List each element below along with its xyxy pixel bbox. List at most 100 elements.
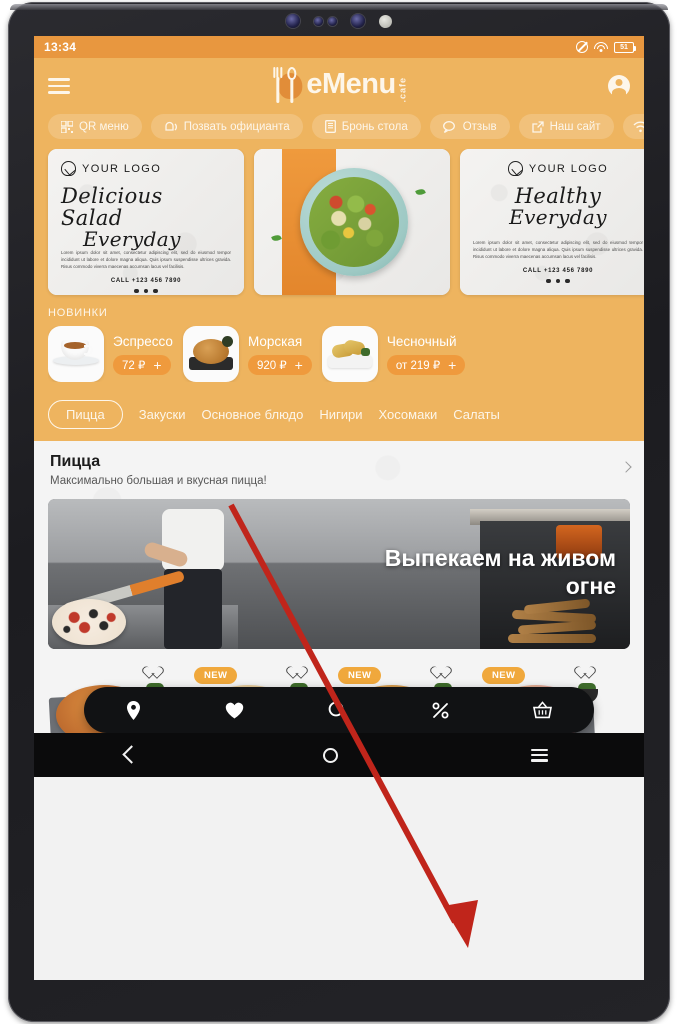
bell-call-icon [165, 121, 177, 131]
add-to-cart-icon[interactable]: + [295, 358, 303, 372]
quick-nav-wifi[interactable] [622, 114, 644, 139]
category-tab-pizza[interactable]: Пицца [48, 400, 123, 429]
external-link-icon [531, 120, 544, 133]
promo-carousel[interactable]: YOUR LOGO Delicious Salad Everyday Lorem… [34, 149, 644, 305]
promo-headline-line2: Everyday [83, 227, 181, 252]
status-bar: 13:34 51 [34, 36, 644, 58]
quick-nav-label: Позвать официанта [183, 120, 290, 133]
status-icons: 51 [576, 41, 636, 53]
account-icon[interactable] [608, 75, 630, 97]
app-header: eMenu .cafe [34, 58, 644, 110]
quick-nav-label: Наш сайт [549, 120, 601, 133]
favorite-icon[interactable] [289, 667, 304, 681]
novelties-section: НОВИНКИ Эспрессо 72 ₽ + Морская 920 ₽ + … [34, 305, 644, 394]
quick-nav-website[interactable]: Наш сайт [518, 114, 614, 139]
heart-icon[interactable] [225, 702, 244, 719]
add-to-cart-icon[interactable]: + [448, 358, 456, 372]
banner-text-line1: Выпекаем на живом [384, 545, 616, 571]
device-screen: 13:34 51 eMenu .cafe QR меню Позвать офи… [34, 36, 644, 980]
home-icon[interactable] [322, 747, 338, 763]
salad-plate-image [300, 168, 408, 276]
front-camera-row [0, 8, 678, 34]
badge-new: NEW [338, 667, 382, 684]
bottom-nav-bar[interactable] [84, 687, 594, 733]
banner-text-line2: огне [565, 572, 616, 599]
promo-headline: Delicious Salad Everyday [61, 185, 231, 250]
battery-icon: 51 [614, 41, 636, 53]
firewood-image [506, 598, 626, 645]
favorite-icon[interactable] [433, 667, 448, 681]
category-tab-nigiri[interactable]: Нигири [319, 407, 362, 422]
status-time: 13:34 [44, 40, 77, 54]
wifi-icon [633, 121, 644, 132]
promo-headline-line1: Delicious Salad [61, 184, 163, 231]
promo-banner[interactable]: Выпекаем на живом огне [48, 499, 630, 649]
seafood-dish-image [182, 326, 239, 382]
logo-suffix: .cafe [397, 77, 408, 103]
add-to-cart-icon[interactable]: + [153, 358, 161, 372]
novelty-name: Эспрессо [113, 333, 173, 349]
tablet-device: 13:34 51 eMenu .cafe QR меню Позвать офи… [0, 0, 678, 1024]
novelty-price: от 219 ₽ [395, 359, 441, 372]
quick-nav-qr-menu[interactable]: QR меню [48, 114, 142, 139]
search-icon[interactable] [328, 701, 348, 720]
category-tab-main-dish[interactable]: Основное блюдо [201, 407, 303, 422]
promo-headline: Healthy Everyday [509, 185, 607, 228]
quick-nav-bar[interactable]: QR меню Позвать официанта Бронь стола От… [34, 110, 644, 149]
category-tab-hosomaki[interactable]: Хосомаки [379, 407, 438, 422]
percent-discount-icon[interactable] [432, 702, 449, 719]
dnd-icon [576, 41, 588, 53]
camera-sensor-icon [286, 14, 300, 28]
promo-card[interactable]: YOUR LOGO Healthy Everyday Lorem ipsum d… [460, 149, 644, 295]
novelty-price-button[interactable]: 72 ₽ + [113, 354, 171, 375]
quick-nav-label: QR меню [79, 120, 129, 133]
android-nav-bar[interactable] [34, 733, 644, 777]
promo-card[interactable]: YOUR LOGO Delicious Salad Everyday Lorem… [48, 149, 244, 295]
promo-phone: CALL +123 456 7890 [522, 267, 594, 274]
favorite-icon[interactable] [577, 667, 592, 681]
sensor-pair [314, 16, 337, 26]
novelty-name: Чесночный [386, 333, 457, 349]
section-subtitle: Максимально большая и вкусная пицца! [50, 475, 267, 487]
hamburger-menu-icon[interactable] [48, 78, 70, 94]
banner-text: Выпекаем на живом огне [346, 545, 616, 600]
novelty-item[interactable]: Эспрессо 72 ₽ + [48, 326, 173, 382]
promo-logo-text: YOUR LOGO [528, 162, 609, 175]
quick-nav-label: Бронь стола [341, 120, 408, 133]
badge-new: NEW [194, 667, 238, 684]
pizza-image [52, 599, 126, 645]
badge-new: NEW [482, 667, 526, 684]
leaf-logo-icon [61, 161, 76, 176]
location-pin-icon[interactable] [126, 700, 141, 720]
logo-text: eMenu [306, 68, 396, 100]
flash-icon [379, 14, 392, 28]
novelty-price-button[interactable]: от 219 ₽ + [386, 354, 466, 375]
fork-spoon-icon [270, 65, 304, 103]
novelty-item[interactable]: Морская 920 ₽ + [182, 326, 312, 382]
favorite-icon[interactable] [145, 667, 160, 681]
section-header[interactable]: Пицца Максимально большая и вкусная пицц… [34, 441, 644, 497]
recents-icon[interactable] [530, 748, 548, 762]
quick-nav-review[interactable]: Отзыв [429, 114, 510, 139]
page-title: Пицца [50, 453, 101, 470]
espresso-cup-image [48, 326, 104, 382]
book-icon [324, 120, 336, 133]
promo-phone: CALL +123 456 7890 [110, 277, 182, 284]
promo-dots [61, 288, 231, 294]
category-tabs[interactable]: Пицца Закуски Основное блюдо Нигири Хосо… [34, 394, 644, 441]
promo-card[interactable] [254, 149, 450, 295]
category-tab-snacks[interactable]: Закуски [139, 407, 186, 422]
wifi-icon [594, 41, 608, 53]
quick-nav-call-waiter[interactable]: Позвать официанта [150, 114, 303, 139]
novelty-price-button[interactable]: 920 ₽ + [247, 354, 312, 375]
novelty-item[interactable]: Чесночный от 219 ₽ + [321, 326, 466, 382]
novelty-name: Морская [247, 333, 303, 349]
leaf-logo-icon [507, 161, 523, 176]
novelties-list[interactable]: Эспрессо 72 ₽ + Морская 920 ₽ + Чесночны… [48, 326, 644, 382]
promo-logo: YOUR LOGO [61, 161, 231, 176]
shopping-basket-icon[interactable] [532, 701, 552, 719]
promo-logo: YOUR LOGO [507, 161, 609, 176]
category-tab-salads[interactable]: Салаты [453, 407, 500, 422]
quick-nav-table-booking[interactable]: Бронь стола [311, 114, 421, 139]
promo-logo-text: YOUR LOGO [82, 162, 162, 175]
